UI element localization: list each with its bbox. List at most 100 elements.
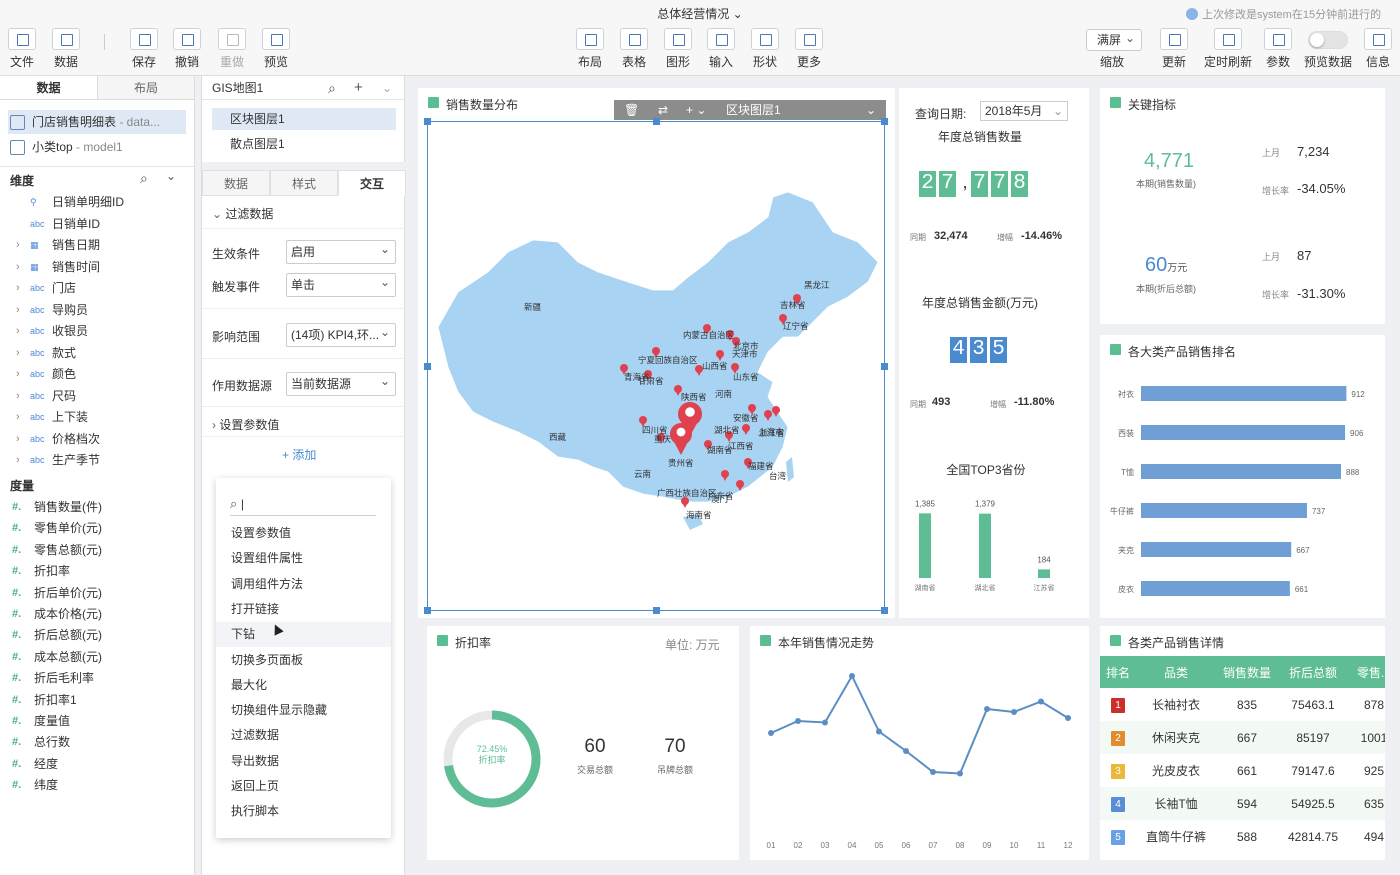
menu-item[interactable]: 设置组件属性 (216, 546, 391, 571)
chevron-right-icon[interactable]: › (16, 321, 20, 342)
data-button[interactable]: 数据 (46, 28, 86, 70)
dimension-item[interactable]: › ▦ 销售日期 (16, 235, 100, 256)
dimension-item[interactable]: ⚲ 日销单明细ID (30, 192, 124, 213)
tab-config-style[interactable]: 样式 (270, 170, 338, 196)
menu-item[interactable]: 打开链接 (216, 597, 391, 622)
chevron-right-icon[interactable]: › (16, 300, 20, 321)
layout-button[interactable]: 布局 (570, 28, 610, 70)
resize-handle[interactable] (653, 607, 660, 614)
param-section-header[interactable]: › 设置参数值 (212, 416, 279, 433)
save-button[interactable]: 保存 (124, 28, 164, 70)
measure-item[interactable]: #. 零售总额(元) (12, 540, 102, 561)
china-map[interactable]: 黑龙江吉林省辽宁省内蒙古自治区北京市天津市山西省宁夏回族自治区青海省甘肃省陕西省… (428, 122, 884, 610)
chevron-right-icon[interactable]: › (16, 364, 20, 385)
dimension-item[interactable]: › abc 生产季节 (16, 450, 100, 471)
measure-item[interactable]: #. 总行数 (12, 732, 70, 753)
measure-item[interactable]: #. 销售数量(件) (12, 497, 102, 518)
info-button[interactable]: 信息 (1358, 28, 1398, 70)
measure-item[interactable]: #. 度量值 (12, 711, 70, 732)
chevron-right-icon[interactable]: › (16, 257, 20, 278)
resize-handle[interactable] (424, 607, 431, 614)
dimension-item[interactable]: › abc 上下装 (16, 407, 88, 428)
search-icon[interactable]: ⌕ (140, 170, 148, 187)
resize-handle[interactable] (881, 118, 888, 125)
layer-item-region[interactable]: 区块图层1 (212, 108, 396, 130)
dashboard-title[interactable]: 总体经营情况 ⌄ (600, 5, 800, 22)
measure-item[interactable]: #. 折扣率1 (12, 690, 77, 711)
layer-item-scatter[interactable]: 散点图层1 (212, 133, 396, 155)
preview-data-toggle[interactable] (1308, 31, 1348, 49)
params-button[interactable]: 参数 (1258, 28, 1298, 70)
menu-search-input[interactable]: ⌕ | (230, 496, 376, 516)
toolbar-layer-select[interactable]: 区块图层1 (726, 100, 781, 120)
table-row[interactable]: 1 长袖衬衣 835 75463.1 878 (1100, 688, 1385, 721)
table-button[interactable]: 表格 (614, 28, 654, 70)
dimension-item[interactable]: › abc 收银员 (16, 321, 88, 342)
chevron-right-icon[interactable]: › (16, 450, 20, 471)
dimension-item[interactable]: › abc 价格档次 (16, 429, 100, 450)
chevron-down-icon[interactable]: ⌄ (382, 76, 392, 100)
resize-handle[interactable] (881, 363, 888, 370)
trigger-event-select[interactable]: 单击 (286, 273, 396, 297)
menu-item[interactable]: 最大化 (216, 673, 391, 698)
menu-item[interactable]: 切换多页面板 (216, 648, 391, 673)
measure-item[interactable]: #. 折后单价(元) (12, 583, 102, 604)
column-header[interactable]: 销售数量 (1216, 656, 1278, 688)
chevron-right-icon[interactable]: › (16, 278, 20, 299)
search-icon[interactable]: ⌕ (328, 76, 336, 100)
menu-item[interactable]: 执行脚本 (216, 799, 391, 824)
dimension-item[interactable]: › abc 尺码 (16, 386, 76, 407)
query-date-select[interactable]: 2018年5月 ⌄ (980, 101, 1068, 121)
influence-scope-select[interactable]: (14项) KPI4,环... (286, 323, 396, 347)
timed-refresh-button[interactable]: 定时刷新 (1200, 28, 1256, 70)
resize-handle[interactable] (424, 363, 431, 370)
preview-button[interactable]: 预览 (256, 28, 296, 70)
measure-item[interactable]: #. 纬度 (12, 775, 58, 796)
chevron-right-icon[interactable]: › (16, 235, 20, 256)
measure-item[interactable]: #. 成本总额(元) (12, 647, 102, 668)
file-button[interactable]: 文件 (2, 28, 42, 70)
column-header[interactable]: 排名 (1100, 656, 1136, 688)
dataset-item-store-sales[interactable]: 门店销售明细表 - data... (10, 111, 160, 133)
tab-config-interaction[interactable]: 交互 (338, 170, 406, 196)
menu-item[interactable]: 设置参数值 (216, 521, 391, 546)
dimension-item[interactable]: › abc 款式 (16, 343, 76, 364)
dimension-item[interactable]: › abc 门店 (16, 278, 76, 299)
effect-condition-select[interactable]: 启用 (286, 240, 396, 264)
menu-item[interactable]: 导出数据 (216, 749, 391, 774)
menu-item[interactable]: 过滤数据 (216, 723, 391, 748)
zoom-select[interactable]: 满屏 (1086, 28, 1142, 51)
table-row[interactable]: 5 直筒牛仔裤 588 42814.75 494 (1100, 820, 1385, 853)
menu-item[interactable]: 调用组件方法 (216, 572, 391, 597)
measure-item[interactable]: #. 折后毛利率 (12, 668, 94, 689)
column-header[interactable]: 折后总额 (1278, 656, 1348, 688)
redo-button[interactable]: 重做 (212, 28, 252, 70)
dimension-item[interactable]: abc 日销单ID (30, 214, 100, 235)
measure-item[interactable]: #. 零售单价(元) (12, 518, 102, 539)
measure-item[interactable]: #. 折后总额(元) (12, 625, 102, 646)
chevron-right-icon[interactable]: › (16, 407, 20, 428)
dimension-item[interactable]: › abc 颜色 (16, 364, 76, 385)
dataset-item-top[interactable]: 小类top - model1 (10, 136, 123, 158)
map-card[interactable]: 销售数量分布 🗑 ⇄ + ⌄ 区块图层1 ⌄ 黑龙江 吉林省 辽宁省 内蒙古自治区 北京… (418, 88, 895, 618)
menu-item[interactable]: 切换组件显示隐藏 (216, 698, 391, 723)
add-layer-icon[interactable]: + ⌄ (686, 100, 706, 120)
table-row[interactable]: 2 休闲夹克 667 85197 1001 (1100, 721, 1385, 754)
resize-handle[interactable] (881, 607, 888, 614)
chevron-down-icon[interactable]: ⌄ (166, 169, 176, 183)
input-button[interactable]: 输入 (701, 28, 741, 70)
measure-item[interactable]: #. 经度 (12, 754, 58, 775)
resize-handle[interactable] (653, 118, 660, 125)
column-header[interactable]: 品类 (1136, 656, 1216, 688)
measure-item[interactable]: #. 折扣率 (12, 561, 70, 582)
trash-icon[interactable]: 🗑 (624, 100, 639, 120)
dimension-item[interactable]: › ▦ 销售时间 (16, 257, 100, 278)
chart-button[interactable]: 图形 (658, 28, 698, 70)
filter-section-header[interactable]: ⌄ 过滤数据 (212, 205, 273, 222)
undo-button[interactable]: 撤销 (167, 28, 207, 70)
dimension-item[interactable]: › abc 导购员 (16, 300, 88, 321)
shape-button[interactable]: 形状 (745, 28, 785, 70)
tab-config-data[interactable]: 数据 (202, 170, 270, 196)
table-row[interactable]: 3 光皮皮衣 661 79147.6 925 (1100, 754, 1385, 787)
table-row[interactable]: 4 长袖T恤 594 54925.5 635 (1100, 787, 1385, 820)
